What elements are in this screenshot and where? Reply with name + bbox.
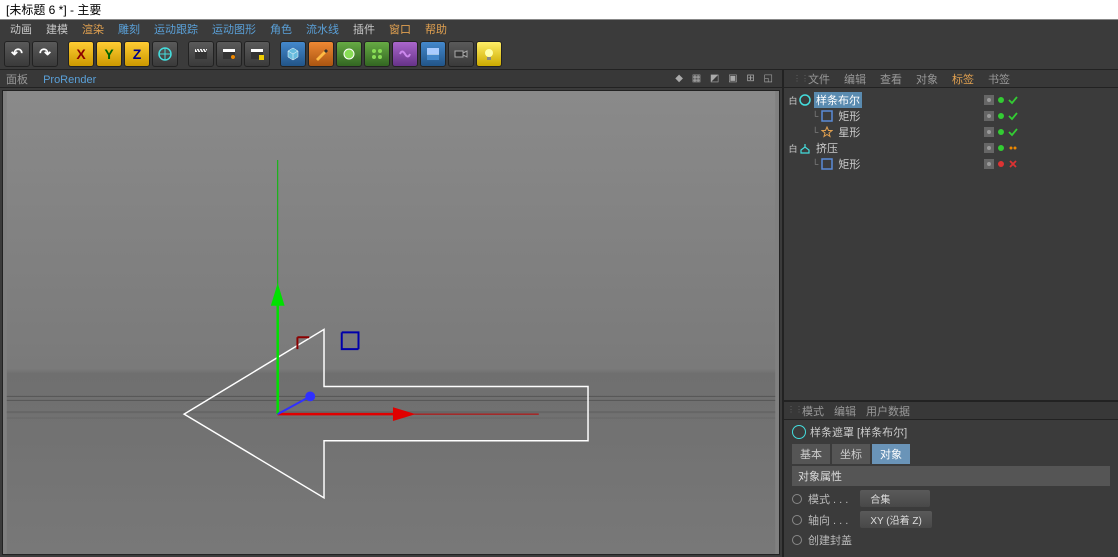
tag-icon[interactable] — [996, 159, 1006, 169]
pen-spline-button[interactable] — [308, 41, 334, 67]
attr-tab-userdata[interactable]: 用户数据 — [866, 403, 910, 419]
property-row: 轴向 . . . XY (沿着 Z) — [792, 509, 1110, 530]
coord-system-button[interactable] — [152, 41, 178, 67]
object-icon — [820, 157, 834, 171]
cube-primitive-button[interactable] — [280, 41, 306, 67]
tag-icon[interactable] — [1008, 95, 1018, 105]
axis-y-toggle[interactable]: Y — [96, 41, 122, 67]
menu-bar: 动画建模渲染雕刻运动跟踪运动图形角色流水线插件窗口帮助 — [0, 20, 1118, 38]
tag-icon[interactable] — [984, 95, 994, 105]
obj-panel-tab[interactable]: 书签 — [982, 70, 1016, 88]
deformer-button[interactable] — [392, 41, 418, 67]
object-manager-tree[interactable]: 白样条布尔└矩形└星形白挤压└矩形 — [784, 88, 1118, 402]
object-label[interactable]: 矩形 — [836, 108, 862, 124]
axis-z-toggle[interactable]: Z — [124, 41, 150, 67]
attr-object-title: 样条遮罩 [样条布尔] — [810, 424, 907, 440]
object-label[interactable]: 样条布尔 — [814, 92, 862, 108]
radio-icon[interactable] — [792, 535, 802, 545]
tag-icon[interactable] — [984, 111, 994, 121]
object-label[interactable]: 星形 — [836, 124, 862, 140]
property-row: 创建封盖 — [792, 530, 1110, 550]
axis-x-toggle[interactable]: X — [68, 41, 94, 67]
menu-item[interactable]: 角色 — [264, 20, 298, 38]
tree-row[interactable]: └星形 — [784, 124, 1118, 140]
tree-row[interactable]: 白挤压 — [784, 140, 1118, 156]
property-label: 模式 . . . — [808, 491, 848, 507]
menu-item[interactable]: 建模 — [40, 20, 74, 38]
property-value-dropdown[interactable]: XY (沿着 Z) — [860, 511, 931, 528]
tag-icon[interactable] — [996, 95, 1006, 105]
tag-icon[interactable] — [1008, 111, 1018, 121]
tag-icon[interactable] — [984, 143, 994, 153]
radio-icon[interactable] — [792, 515, 802, 525]
clapper-3-button[interactable] — [244, 41, 270, 67]
light-button[interactable] — [476, 41, 502, 67]
property-value-dropdown[interactable]: 合集 — [860, 490, 930, 507]
tag-icon[interactable] — [996, 127, 1006, 137]
obj-panel-tab[interactable]: 标签 — [946, 70, 980, 88]
menu-item[interactable]: 运动跟踪 — [148, 20, 204, 38]
tree-row[interactable]: └矩形 — [784, 156, 1118, 172]
tree-row[interactable]: 白样条布尔 — [784, 92, 1118, 108]
viewport-layout-icons[interactable]: ◆ ▦ ◩ ▣ ⊞ ◱ — [675, 73, 776, 84]
tree-row[interactable]: └矩形 — [784, 108, 1118, 124]
redo-button[interactable]: ↷ — [32, 41, 58, 67]
tag-icon[interactable] — [984, 127, 994, 137]
viewport-panel-tab[interactable]: 面板 — [6, 74, 28, 86]
menu-item[interactable]: 动画 — [4, 20, 38, 38]
main-toolbar: ↶ ↷ X Y Z — [0, 38, 1118, 70]
grip-icon: ⋮⋮⋮ — [787, 73, 823, 84]
object-label[interactable]: 挤压 — [814, 140, 840, 156]
viewport-header: 面板 ProRender ◆ ▦ ◩ ▣ ⊞ ◱ — [0, 70, 782, 88]
viewport-3d[interactable] — [2, 90, 780, 555]
tag-icon[interactable] — [984, 159, 994, 169]
menu-item[interactable]: 运动图形 — [206, 20, 262, 38]
menu-item[interactable]: 雕刻 — [112, 20, 146, 38]
object-icon — [820, 109, 834, 123]
menu-item[interactable]: 帮助 — [419, 20, 453, 38]
nurbs-button[interactable] — [336, 41, 362, 67]
obj-panel-tab[interactable]: 对象 — [910, 70, 944, 88]
tag-icon[interactable] — [996, 143, 1006, 153]
property-label: 创建封盖 — [808, 532, 852, 548]
attr-section-header: 对象属性 — [792, 466, 1110, 486]
spline-mask-icon — [792, 425, 806, 439]
object-icon — [798, 93, 812, 107]
attr-subtab[interactable]: 对象 — [872, 444, 910, 464]
attr-tab-edit[interactable]: 编辑 — [834, 403, 856, 419]
menu-item[interactable]: 渲染 — [76, 20, 110, 38]
array-button[interactable] — [364, 41, 390, 67]
attr-subtab[interactable]: 坐标 — [832, 444, 870, 464]
property-label: 轴向 . . . — [808, 512, 848, 528]
tag-icon[interactable] — [996, 111, 1006, 121]
clapper-1-button[interactable] — [188, 41, 214, 67]
obj-panel-tab[interactable]: 编辑 — [838, 70, 872, 88]
attr-subtab[interactable]: 基本 — [792, 444, 830, 464]
environment-button[interactable] — [420, 41, 446, 67]
menu-item[interactable]: 窗口 — [383, 20, 417, 38]
viewport-prorender-tab[interactable]: ProRender — [43, 74, 96, 86]
object-icon — [820, 125, 834, 139]
tag-icon[interactable] — [1008, 159, 1018, 169]
object-manager-tabs: ⋮⋮⋮ 文件 编辑 查看 对象 标签 书签 — [784, 70, 1118, 88]
tag-icon[interactable] — [1008, 127, 1018, 137]
menu-item[interactable]: 插件 — [347, 20, 381, 38]
window-titlebar: [未标题 6 *] - 主要 — [0, 0, 1118, 20]
tag-icon[interactable] — [1008, 143, 1018, 153]
grip-icon: ⋮⋮⋮ — [787, 405, 811, 414]
property-row: 模式 . . . 合集 — [792, 488, 1110, 509]
object-icon — [798, 141, 812, 155]
camera-button[interactable] — [448, 41, 474, 67]
clapper-2-button[interactable] — [216, 41, 242, 67]
attribute-manager: ⋮⋮⋮ 模式 编辑 用户数据 样条遮罩 [样条布尔] 基本坐标对象 对象属性 模… — [784, 402, 1118, 557]
menu-item[interactable]: 流水线 — [300, 20, 345, 38]
obj-panel-tab[interactable]: 查看 — [874, 70, 908, 88]
object-label[interactable]: 矩形 — [836, 156, 862, 172]
undo-button[interactable]: ↶ — [4, 41, 30, 67]
radio-icon[interactable] — [792, 494, 802, 504]
